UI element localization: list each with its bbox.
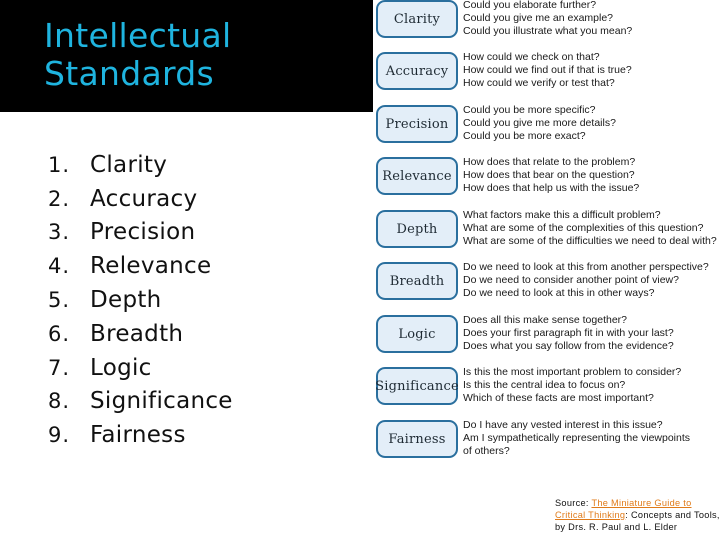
list-number: 8. bbox=[48, 389, 71, 414]
question-list: Do I have any vested interest in this is… bbox=[463, 419, 720, 458]
standard-row-breadth: Breadth Do we need to look at this from … bbox=[373, 261, 720, 302]
question: What are some of the difficulties we nee… bbox=[463, 235, 717, 247]
list-number: 1. bbox=[48, 152, 71, 177]
list-number: 5. bbox=[48, 288, 71, 313]
list-label: Depth bbox=[90, 287, 162, 314]
question: Could you elaborate further? bbox=[463, 0, 597, 11]
standard-box: Significance bbox=[375, 367, 459, 405]
question: What are some of the complexities of thi… bbox=[463, 222, 704, 234]
list-label: Accuracy bbox=[90, 185, 198, 212]
list-number: 2. bbox=[48, 186, 71, 211]
question: How could we check on that? bbox=[463, 51, 600, 63]
question: How does that help us with the issue? bbox=[463, 182, 640, 194]
question: Does your first paragraph fit in with yo… bbox=[463, 327, 674, 339]
question: Do we need to look at this in other ways… bbox=[463, 287, 655, 299]
question: How does that relate to the problem? bbox=[463, 156, 636, 168]
question: Does all this make sense together? bbox=[463, 314, 628, 326]
standard-row-fairness: Fairness Do I have any vested interest i… bbox=[373, 419, 720, 460]
standard-box: Relevance bbox=[376, 157, 458, 195]
standard-box: Breadth bbox=[376, 262, 458, 300]
list-label: Significance bbox=[90, 388, 233, 415]
source-prefix: Source: bbox=[555, 498, 592, 508]
standard-box: Depth bbox=[376, 210, 458, 248]
list-label: Logic bbox=[90, 354, 152, 381]
standard-box: Accuracy bbox=[376, 52, 458, 90]
question: Which of these facts are most important? bbox=[463, 392, 654, 404]
question: How could we verify or test that? bbox=[463, 77, 615, 89]
question: of others? bbox=[463, 445, 510, 457]
standards-question-chart: Clarity Could you elaborate further? Cou… bbox=[373, 0, 720, 470]
standard-row-precision: Precision Could you be more specific? Co… bbox=[373, 104, 720, 145]
list-number: 3. bbox=[48, 220, 71, 245]
list-number: 9. bbox=[48, 423, 71, 448]
title-line-1: Intellectual bbox=[44, 16, 232, 55]
source-citation: Source: The Miniature Guide to Critical … bbox=[555, 497, 720, 533]
standards-list: 1. Clarity 2. Accuracy 3. Precision 4. Relev… bbox=[0, 148, 360, 452]
list-item: 5. Depth bbox=[0, 283, 360, 317]
standard-row-significance: Significance Is this the most important … bbox=[373, 366, 720, 407]
standard-box: Precision bbox=[376, 105, 458, 143]
question-list: How does that relate to the problem? How… bbox=[463, 156, 720, 195]
standard-row-relevance: Relevance How does that relate to the pr… bbox=[373, 156, 720, 197]
standard-row-clarity: Clarity Could you elaborate further? Cou… bbox=[373, 0, 720, 40]
question: Do we need to consider another point of … bbox=[463, 274, 679, 286]
question: How does that bear on the question? bbox=[463, 169, 635, 181]
question: Do I have any vested interest in this is… bbox=[463, 419, 663, 431]
question-list: Could you be more specific? Could you gi… bbox=[463, 104, 720, 143]
list-item: 4. Relevance bbox=[0, 249, 360, 283]
question-list: Do we need to look at this from another … bbox=[463, 261, 720, 300]
list-label: Fairness bbox=[90, 422, 186, 449]
question: How could we find out if that is true? bbox=[463, 64, 632, 76]
question: Could you be more specific? bbox=[463, 104, 596, 116]
question: What factors make this a difficult probl… bbox=[463, 209, 661, 221]
list-label: Relevance bbox=[90, 253, 212, 280]
standard-row-logic: Logic Does all this make sense together?… bbox=[373, 314, 720, 355]
list-label: Clarity bbox=[90, 151, 168, 178]
slide-title: Intellectual Standards bbox=[44, 17, 232, 93]
question-list: Could you elaborate further? Could you g… bbox=[463, 0, 720, 38]
list-item: 3. Precision bbox=[0, 216, 360, 250]
standard-box: Logic bbox=[376, 315, 458, 353]
question: Could you give me an example? bbox=[463, 12, 614, 24]
list-number: 7. bbox=[48, 355, 71, 380]
title-line-2: Standards bbox=[44, 54, 215, 93]
question-list: How could we check on that? How could we… bbox=[463, 51, 720, 90]
list-item: 2. Accuracy bbox=[0, 182, 360, 216]
question: Could you illustrate what you mean? bbox=[463, 25, 633, 37]
question: Could you give me more details? bbox=[463, 117, 616, 129]
standard-box: Clarity bbox=[376, 0, 458, 38]
list-item: 9. Fairness bbox=[0, 418, 360, 452]
list-number: 6. bbox=[48, 321, 71, 346]
question-list: What factors make this a difficult probl… bbox=[463, 209, 720, 248]
list-item: 1. Clarity bbox=[0, 148, 360, 182]
list-item: 6. Breadth bbox=[0, 317, 360, 351]
question: Do we need to look at this from another … bbox=[463, 261, 709, 273]
question-list: Is this the most important problem to co… bbox=[463, 366, 720, 405]
list-item: 8. Significance bbox=[0, 385, 360, 419]
question: Does what you say follow from the eviden… bbox=[463, 340, 674, 352]
list-label: Breadth bbox=[90, 320, 184, 347]
standard-row-depth: Depth What factors make this a difficult… bbox=[373, 209, 720, 250]
question: Could you be more exact? bbox=[463, 130, 586, 142]
list-number: 4. bbox=[48, 254, 71, 279]
title-block: Intellectual Standards bbox=[0, 0, 373, 112]
question: Is this the most important problem to co… bbox=[463, 366, 682, 378]
standard-box: Fairness bbox=[376, 420, 458, 458]
question-list: Does all this make sense together? Does … bbox=[463, 314, 720, 353]
list-label: Precision bbox=[90, 219, 196, 246]
standard-row-accuracy: Accuracy How could we check on that? How… bbox=[373, 51, 720, 92]
question: Am I sympathetically representing the vi… bbox=[463, 432, 691, 444]
question: Is this the central idea to focus on? bbox=[463, 379, 626, 391]
list-item: 7. Logic bbox=[0, 351, 360, 385]
